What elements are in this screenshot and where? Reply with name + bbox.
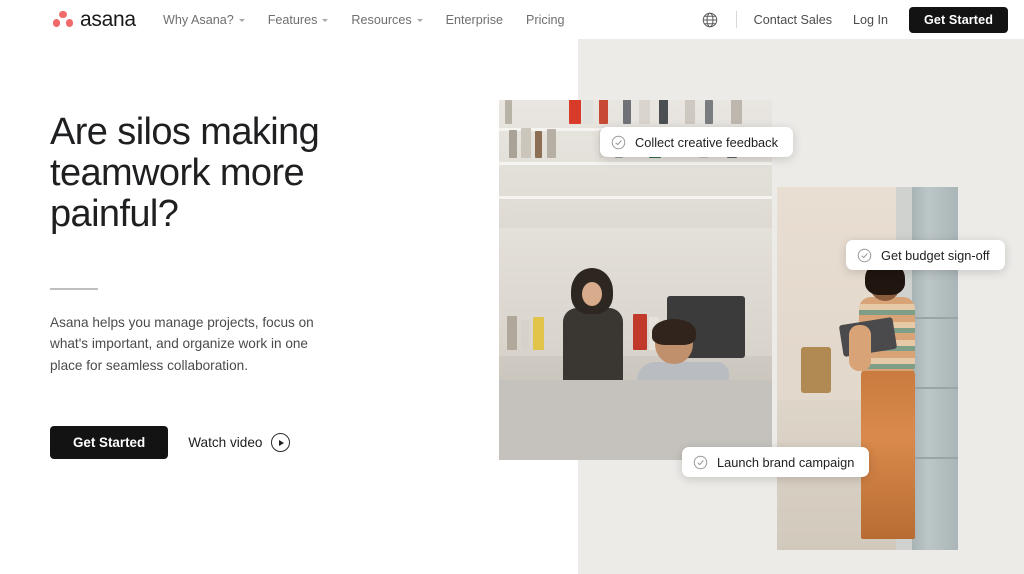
task-pill-get-budget-sign-off[interactable]: Get budget sign-off [846, 240, 1005, 270]
watch-video-button[interactable]: Watch video [188, 433, 291, 452]
nav-item-label: Pricing [526, 12, 565, 27]
task-pill-label: Get budget sign-off [881, 247, 990, 263]
nav-item-label: Why Asana? [163, 12, 234, 27]
check-circle-icon [693, 455, 708, 469]
nav-item-resources[interactable]: Resources [351, 12, 423, 27]
asana-dots-logo-icon [53, 11, 73, 28]
secondary-nav-actions: Contact Sales Log In Get Started [701, 0, 1008, 39]
nav-item-label: Features [267, 12, 318, 27]
get-started-nav-button[interactable]: Get Started [909, 6, 1008, 33]
hero-content: Are silos making teamwork more painful? … [50, 111, 390, 459]
check-circle-icon [611, 135, 626, 149]
chevron-down-icon [238, 19, 245, 22]
asana-logo[interactable]: asana [53, 9, 136, 30]
logo-wordmark: asana [80, 8, 136, 31]
nav-item-why-asana[interactable]: Why Asana? [163, 13, 245, 27]
chevron-down-icon [322, 19, 329, 22]
task-pill-launch-brand-campaign[interactable]: Launch brand campaign [682, 447, 870, 477]
chevron-down-icon [416, 19, 423, 22]
check-circle-icon [857, 248, 872, 262]
nav-item-label: Resources [351, 12, 412, 27]
chair-object [801, 347, 831, 393]
task-pill-label: Launch brand campaign [717, 454, 855, 470]
top-navigation-bar: asana Why Asana? Features Resources Ente… [0, 0, 1024, 39]
task-pill-collect-creative-feedback[interactable]: Collect creative feedback [600, 127, 793, 157]
nav-item-pricing[interactable]: Pricing [526, 13, 565, 27]
hero-subtext: Asana helps you manage projects, focus o… [50, 314, 314, 373]
primary-nav-links: Why Asana? Features Resources Enterprise… [163, 0, 565, 39]
nav-item-label: Enterprise [445, 12, 504, 27]
hero-cta-row: Get Started Watch video [50, 426, 390, 459]
log-in-link[interactable]: Log In [853, 13, 888, 27]
play-icon [271, 433, 291, 452]
nav-item-enterprise[interactable]: Enterprise [446, 13, 503, 27]
task-pill-label: Collect creative feedback [635, 134, 778, 150]
watch-video-label: Watch video [188, 435, 263, 450]
person-with-laptop [838, 261, 923, 550]
get-started-hero-button[interactable]: Get Started [50, 426, 169, 459]
divider-rule [50, 288, 98, 290]
asana-landing-page: asana Why Asana? Features Resources Ente… [0, 0, 1024, 574]
nav-divider [735, 11, 737, 28]
nav-item-features[interactable]: Features [268, 13, 329, 27]
contact-sales-link[interactable]: Contact Sales [754, 13, 832, 27]
page-title: Are silos making teamwork more painful? [50, 111, 320, 236]
globe-icon[interactable] [701, 11, 719, 29]
